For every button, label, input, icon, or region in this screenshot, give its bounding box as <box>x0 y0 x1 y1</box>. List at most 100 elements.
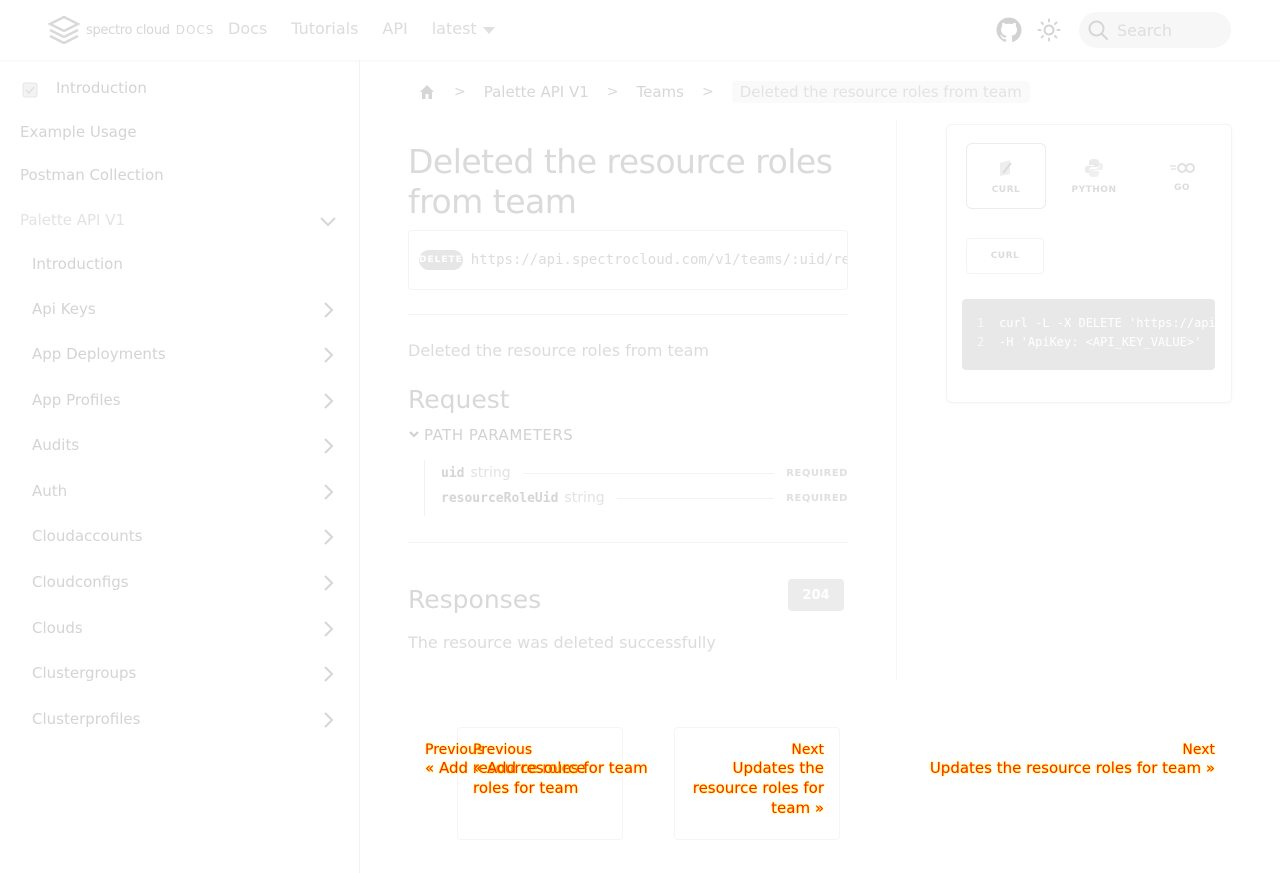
search-input[interactable]: Search <box>1079 12 1231 48</box>
param-row: uid string REQUIRED <box>441 463 848 483</box>
code-subtab-curl[interactable]: CURL <box>966 238 1044 274</box>
sidebar-item-postman-collection[interactable]: Postman Collection <box>20 166 164 184</box>
lang-label: GO <box>1173 183 1191 193</box>
line-number: 2 <box>977 335 985 349</box>
pagination-next[interactable]: Next Updates the resource roles for team… <box>900 742 1215 778</box>
github-icon[interactable] <box>996 17 1022 43</box>
chevron-right-icon[interactable] <box>318 527 338 547</box>
chevron-right-icon[interactable] <box>318 710 338 730</box>
curl-icon <box>1000 160 1012 176</box>
nav-api[interactable]: API <box>382 19 407 38</box>
chevron-right-icon[interactable] <box>318 300 338 320</box>
intro-page-icon <box>22 82 38 98</box>
logo-docs: DOCS <box>175 23 215 37</box>
param-type: string <box>470 465 511 481</box>
param-name: uid <box>441 465 465 481</box>
breadcrumb-separator: > <box>701 84 714 100</box>
chevron-right-icon[interactable] <box>318 573 338 593</box>
sun-theme-toggle-icon[interactable] <box>1037 18 1061 42</box>
ghost-previous-label: Previous <box>473 742 533 758</box>
chevron-right-icon[interactable] <box>318 664 338 684</box>
param-required: REQUIRED <box>786 467 848 479</box>
code-text: -H 'ApiKey: <API_KEY_VALUE>' <box>999 335 1202 349</box>
version-dropdown[interactable]: latest <box>432 19 495 38</box>
response-description: The resource was deleted successfully <box>408 633 716 652</box>
lang-label: CURL <box>991 185 1021 195</box>
sidebar-item-example-usage[interactable]: Example Usage <box>20 123 137 141</box>
endpoint-url: https://api.spectrocloud.com/v1/teams/:u… <box>470 252 848 268</box>
logo-text: spectro cloud <box>86 22 170 38</box>
lang-label: PYTHON <box>1071 185 1117 195</box>
sidebar-item-clouds[interactable]: Clouds <box>32 619 83 637</box>
sidebar-item-clusterprofiles[interactable]: Clusterprofiles <box>32 710 140 728</box>
param-line <box>522 472 775 474</box>
next-link: Updates the resource roles for team » <box>929 759 1215 777</box>
sidebar-item-introduction[interactable]: Introduction <box>56 79 147 97</box>
top-navbar: spectro cloud DOCS Docs Tutorials API la… <box>0 0 1280 60</box>
sidebar-section-palette-api[interactable]: Palette API V1 <box>20 211 125 229</box>
sidebar-item-cloudconfigs[interactable]: Cloudconfigs <box>32 573 129 591</box>
sidebar-item-auth[interactable]: Auth <box>32 482 67 500</box>
chevron-right-icon[interactable] <box>318 482 338 502</box>
sidebar-item-clustergroups[interactable]: Clustergroups <box>32 664 136 682</box>
divider <box>408 314 848 315</box>
sidebar-item-app-deployments[interactable]: App Deployments <box>32 345 166 363</box>
breadcrumb-separator: > <box>454 84 466 100</box>
code-line: 1 curl -L -X DELETE 'https://api.spectroc… <box>977 314 1215 333</box>
search-icon <box>1088 20 1108 40</box>
param-row: resourceRoleUid string REQUIRED <box>441 488 848 508</box>
breadcrumb-palette-api[interactable]: Palette API V1 <box>484 83 589 101</box>
param-line <box>616 497 775 499</box>
caret-down-icon <box>482 26 495 34</box>
chevron-down-icon <box>409 431 419 438</box>
sidebar-item-app-profiles[interactable]: App Profiles <box>32 391 121 409</box>
param-name: resourceRoleUid <box>441 490 559 506</box>
nav-docs[interactable]: Docs <box>228 19 267 38</box>
nav-tutorials[interactable]: Tutorials <box>291 19 358 38</box>
param-required: REQUIRED <box>786 492 848 504</box>
chevron-right-icon[interactable] <box>318 391 338 411</box>
param-type: string <box>564 490 605 506</box>
breadcrumb-teams[interactable]: Teams <box>637 83 684 101</box>
spectro-logo-icon <box>48 16 80 44</box>
path-parameters-toggle[interactable]: PATH PARAMETERS <box>408 426 573 444</box>
breadcrumb-separator: > <box>606 84 619 100</box>
code-line: 2 -H 'ApiKey: <API_KEY_VALUE>' <box>977 333 1215 352</box>
chevron-down-icon[interactable] <box>318 211 338 231</box>
spectro-cloud-logo[interactable]: spectro cloud DOCS <box>48 16 214 44</box>
ghost-pagination-previous[interactable]: Previous « Add resource roles for team <box>473 742 613 798</box>
ghost-next-link: Updates the resource roles for team » <box>692 759 824 817</box>
sidebar-item-api-keys[interactable]: Api Keys <box>32 300 96 318</box>
ghost-previous-link: « Add resource roles for team <box>473 759 586 797</box>
home-icon[interactable] <box>418 83 436 101</box>
lang-tab-python[interactable]: PYTHON <box>1054 143 1134 209</box>
endpoint-box[interactable]: DELETE https://api.spectrocloud.com/v1/t… <box>408 230 848 290</box>
sidebar-item-introduction-v1[interactable]: Introduction <box>32 255 123 273</box>
responses-heading: Responses <box>408 585 542 614</box>
search-placeholder: Search <box>1117 20 1172 40</box>
breadcrumb: > Palette API V1 > Teams > Deleted the r… <box>418 80 1030 104</box>
ghost-next-label: Next <box>791 742 824 758</box>
go-icon <box>1170 163 1195 173</box>
sidebar-item-audits[interactable]: Audits <box>32 436 79 454</box>
column-divider <box>896 120 897 680</box>
breadcrumb-current: Deleted the resource roles from team <box>731 81 1030 103</box>
sidebar-item-cloudaccounts[interactable]: Cloudaccounts <box>32 527 142 545</box>
request-heading: Request <box>408 385 510 414</box>
params-rail <box>424 460 425 516</box>
lang-tab-go[interactable]: GO <box>1142 143 1222 209</box>
main-nav: Docs Tutorials API latest <box>228 19 495 38</box>
chevron-right-icon[interactable] <box>318 345 338 365</box>
ghost-pagination-next[interactable]: Next Updates the resource roles for team… <box>690 742 824 818</box>
python-icon <box>1085 159 1103 177</box>
chevron-right-icon[interactable] <box>318 619 338 639</box>
chevron-right-icon[interactable] <box>318 436 338 456</box>
page-title: Deleted the resource roles from team <box>408 142 833 221</box>
code-text: curl -L -X DELETE 'https://api.spectrocl… <box>999 316 1215 330</box>
lang-tab-curl[interactable]: CURL <box>966 143 1046 209</box>
response-code-tab[interactable]: 204 <box>788 579 844 611</box>
sidebar: Introduction Example Usage Postman Colle… <box>0 60 360 873</box>
endpoint-description: Deleted the resource roles from team <box>408 341 709 360</box>
code-block[interactable]: 1 curl -L -X DELETE 'https://api.spectroc… <box>962 299 1215 370</box>
method-badge: DELETE <box>419 250 463 270</box>
